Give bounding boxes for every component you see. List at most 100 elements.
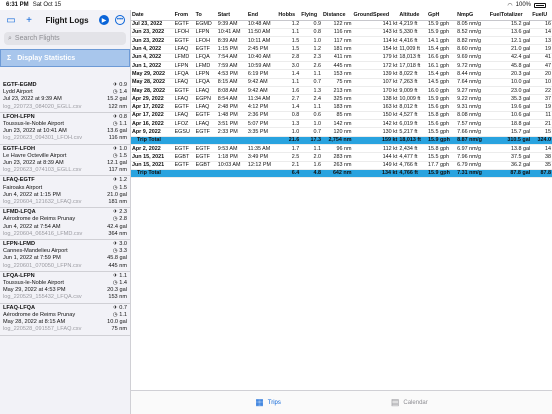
column-header[interactable]: End xyxy=(246,10,278,21)
table-row[interactable]: Jun 4, 2022 LFAQ EGTF 1:15 PM 2:45 PM 1.5 1.2 1… xyxy=(131,44,552,54)
column-header[interactable]: From xyxy=(173,10,195,21)
table-cell: Jun 4, 2022 xyxy=(131,53,174,63)
table-row[interactable]: May 29, 2022 LFQA LFPN 4:53 PM 6:19 PM 1.4 1.1… xyxy=(131,69,552,79)
trip-total-row[interactable]: Trip Total 21.6 17.3 2,754 nm 159 kt 18,013 f… xyxy=(131,136,552,145)
flight-fuel: 42.4 gal xyxy=(107,223,127,230)
table-cell: 4,527 ft xyxy=(398,111,428,121)
table-cell: 21 xyxy=(531,119,552,129)
table-cell: 159 kt xyxy=(352,136,399,145)
table-row[interactable]: Jun 23, 2022 EGTF LFOH 8:39 AM 10:11 AM 1.5 1.… xyxy=(131,36,552,46)
table-cell: Apr 29, 2022 xyxy=(131,94,174,104)
table-row[interactable]: Apr 17, 2022 LFAQ EGTF 1:48 PM 2:36 PM 0.8 0.6… xyxy=(131,111,552,121)
column-header[interactable]: Start xyxy=(216,10,247,21)
table-cell: 130 kt xyxy=(352,127,399,137)
table-row[interactable]: Jun 1, 2022 LFPN LFMD 7:59 AM 10:59 AM 3.0 2.6… xyxy=(131,61,552,71)
table-row[interactable]: Apr 2, 2022 EGTF EGTF 9:53 AM 11:35 AM 1.7 1.1… xyxy=(131,144,552,154)
flight-list-item[interactable]: EGTF-LFOH ✈ 1.0 Le Havre Octeville Airport… xyxy=(0,145,130,177)
flight-table-view: Date From To Start End Hobbs Flying Distance Gro… xyxy=(131,10,552,390)
flight-item-row: log_220723_084020_EGLL.csv 122 nm xyxy=(3,104,127,111)
table-row[interactable]: May 28, 2022 LFAQ LFQA 8:15 AM 9:42 AM 1.1 0.7… xyxy=(131,78,552,87)
column-header[interactable]: GpH xyxy=(427,10,457,21)
table-row[interactable]: Jun 4, 2022 LFMD LFQA 7:54 AM 10:40 AM 2.8 2.3… xyxy=(131,53,552,63)
table-cell: 1.6 xyxy=(300,161,322,170)
column-header[interactable]: Flying xyxy=(300,10,322,21)
flight-route: EGTF-EGMD xyxy=(3,82,37,88)
flight-list-item[interactable]: LFAQ-EGTF ✈ 1.2 Fairoaks Airport ◷ 1.5 Jun 4… xyxy=(0,176,130,209)
table-row[interactable]: Jun 15, 2021 EGBT EGTF 1:18 PM 3:49 PM 2.5 2.0… xyxy=(131,152,552,162)
table-cell: 1.1 xyxy=(277,78,301,87)
status-bar: 6:31 PM Sat Oct 15 ◠ 100% xyxy=(0,0,552,10)
play-icon[interactable]: ▶ xyxy=(99,15,109,25)
table-cell: 16 xyxy=(531,20,552,29)
table-cell: 150 kt xyxy=(352,111,399,121)
table-cell: 0.6 xyxy=(300,111,322,121)
table-cell: 7:54 AM xyxy=(216,53,247,63)
flight-place: Toussus-le-Noble Airport xyxy=(3,280,64,287)
table-cell: LFAQ xyxy=(173,78,195,87)
search-input[interactable]: ⌕ Search Flights xyxy=(4,32,126,45)
table-cell: 1.6 xyxy=(277,86,301,96)
flight-list-item[interactable]: LFMD-LFQA ✈ 2.3 Aérodrome de Reims Prunay ◷… xyxy=(0,208,130,241)
flight-item-row: May 28, 2022 at 8:15 AM 10.0 gal xyxy=(3,319,127,326)
column-header[interactable]: FuelTotalizer xyxy=(488,10,532,21)
table-row[interactable]: Apr 29, 2022 LFAQ EGPN 8:54 AM 11:34 AM 2.7 2.… xyxy=(131,94,552,104)
table-cell: 17.3 xyxy=(300,136,322,145)
flight-item-row: Toussus-le-Noble Airport ◷ 1.1 xyxy=(3,121,127,128)
table-cell: EGTF xyxy=(173,20,195,29)
column-header[interactable]: To xyxy=(194,10,217,21)
flight-list-item[interactable]: EGTF-EGMD ✈ 0.9 Lydd Airport ◷ 1.4 Jul 23, 2… xyxy=(0,81,130,113)
table-row[interactable]: Jun 15, 2021 EGTF EGBT 10:03 AM 12:12 PM 2.1 1… xyxy=(131,161,552,170)
table-row[interactable]: Jul 23, 2022 EGTF EGMD 9:39 AM 10:48 AM 1.2 0.… xyxy=(131,20,552,29)
trip-total-row[interactable]: Trip Total 6.4 4.8 642 nm 134 kt 4,766 ft 15.9… xyxy=(131,169,552,179)
flight-item-row: Jun 4, 2022 at 7:54 AM 42.4 gal xyxy=(3,224,127,231)
table-cell: 17.7 gph xyxy=(427,161,457,170)
flight-file: log_220723_084020_EGLL.csv xyxy=(3,103,82,110)
table-cell: 153 nm xyxy=(322,69,353,79)
flight-item-row: Jun 1, 2022 at 7:59 PM 45.8 gal xyxy=(3,255,127,262)
flight-list-item[interactable]: LFAQ-LFQA ✈ 0.7 Aérodrome de Reims Prunay ◷… xyxy=(0,304,130,336)
sidebar-toggle-icon[interactable]: ▭ xyxy=(5,15,17,26)
table-cell: 1:15 PM xyxy=(216,44,247,54)
table-cell: EGMD xyxy=(194,20,217,29)
table-row[interactable]: Apr 16, 2022 LFOZ LFAQ 3:51 PM 5:07 PM 1.3 1.0… xyxy=(131,119,552,129)
table-cell: 134 kt xyxy=(352,169,399,179)
table-cell: 21.6 xyxy=(277,136,301,145)
table-row[interactable]: May 28, 2022 EGTF LFAQ 8:08 AM 9:42 AM 1.6 1.3… xyxy=(131,86,552,96)
table-cell: 11 xyxy=(531,111,552,121)
column-header[interactable]: NmpG xyxy=(456,10,489,21)
flight-list-item[interactable]: LFPN-LFMD ✈ 3.0 Cannes-Mandelieu Airport ◷ … xyxy=(0,240,130,272)
table-cell: Jun 15, 2021 xyxy=(131,161,174,170)
sidebar-header: ▭ + Flight Logs ▶ ••• xyxy=(0,10,130,30)
column-header[interactable]: FuelU xyxy=(531,10,552,21)
table-cell: 139 kt xyxy=(352,69,399,79)
table-cell: 10.6 gal xyxy=(488,111,532,121)
flight-fuel: 10.0 gal xyxy=(107,319,127,326)
flight-fuel: 13.6 gal xyxy=(107,128,127,135)
tab-calendar[interactable]: ▤ Calendar xyxy=(391,397,428,408)
table-cell: 15.9 gph xyxy=(427,20,457,29)
table-cell: 0.7 xyxy=(300,127,322,137)
flight-fly: ✈ 1.2 xyxy=(112,177,127,184)
column-header[interactable]: GroundSpeed xyxy=(352,10,399,21)
table-cell: 18,013 ft xyxy=(398,53,428,63)
table-cell: 21.0 gal xyxy=(488,44,532,54)
flight-list-item[interactable]: LFOH-LFPN ✈ 0.8 Toussus-le-Noble Airport ◷ … xyxy=(0,113,130,145)
table-cell xyxy=(246,136,278,145)
table-row[interactable]: Apr 17, 2022 EGTF LFAQ 2:48 PM 4:12 PM 1.4 1.1… xyxy=(131,102,552,112)
flight-item-row: Jun 4, 2022 at 1:15 PM 21.0 gal xyxy=(3,192,127,199)
flight-list-item[interactable]: LFQA-LFPN ✈ 1.1 Toussus-le-Noble Airport ◷ … xyxy=(0,272,130,304)
flight-item-row: Jul 23, 2022 at 9:39 AM 15.2 gal xyxy=(3,96,127,103)
add-icon[interactable]: + xyxy=(23,15,35,26)
display-statistics-button[interactable]: Σ Display Statistics xyxy=(0,49,130,67)
column-header[interactable]: Distance xyxy=(322,10,353,21)
table-cell: Apr 17, 2022 xyxy=(131,102,174,112)
column-header[interactable]: Altitude xyxy=(398,10,428,21)
more-icon[interactable]: ••• xyxy=(115,15,125,25)
table-row[interactable]: Apr 9, 2022 EGSU EGTF 2:33 PM 3:35 PM 1.0 0.7 1… xyxy=(131,127,552,137)
table-cell: 8:08 AM xyxy=(216,86,247,96)
column-header[interactable]: Date xyxy=(131,10,174,21)
table-cell: 179 kt xyxy=(352,53,399,63)
table-row[interactable]: Jun 23, 2022 LFOH LFPN 10:41 AM 11:50 AM 1.1 0… xyxy=(131,28,552,38)
tab-trips[interactable]: ▦ Trips xyxy=(255,397,281,408)
column-header[interactable]: Hobbs xyxy=(277,10,301,21)
